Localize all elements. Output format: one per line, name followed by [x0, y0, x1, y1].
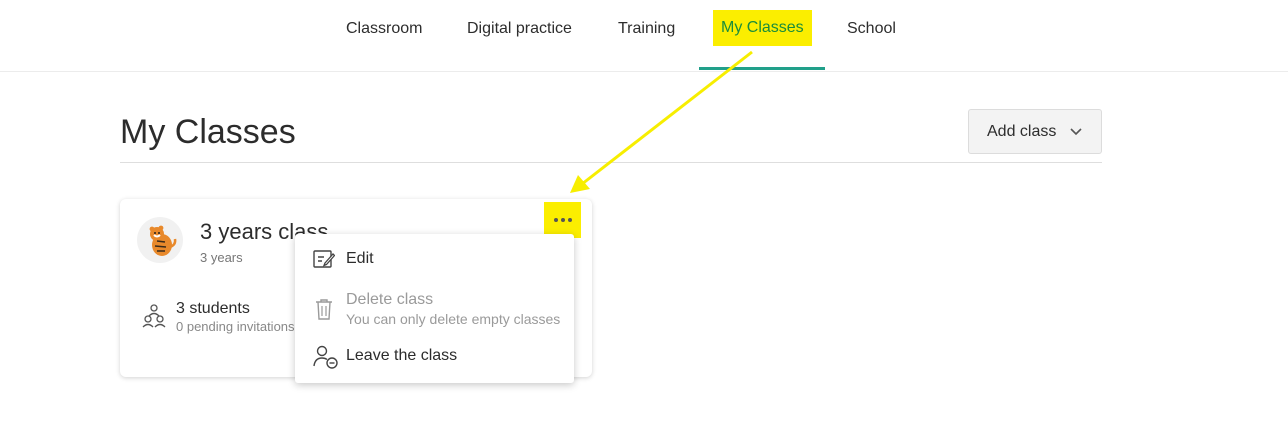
menu-item-delete-class: Delete class You can only delete empty c… — [295, 289, 574, 329]
edit-icon — [313, 250, 335, 268]
nav-item-my-classes[interactable]: My Classes — [713, 10, 812, 46]
menu-item-edit[interactable]: Edit — [295, 246, 574, 272]
students-count: 3 students — [176, 300, 250, 317]
active-tab-indicator — [699, 67, 825, 70]
class-age: 3 years — [200, 250, 243, 265]
more-options-button[interactable] — [544, 202, 581, 238]
nav-item-school[interactable]: School — [847, 19, 896, 39]
page-title: My Classes — [120, 113, 296, 151]
nav-item-classroom[interactable]: Classroom — [346, 19, 422, 39]
leave-class-label: Leave the class — [346, 347, 458, 364]
more-dot-icon — [567, 218, 572, 222]
menu-item-leave-class[interactable]: Leave the class — [295, 344, 574, 370]
top-nav: Classroom Digital practice Training My C… — [0, 0, 1288, 72]
title-divider — [120, 162, 1102, 163]
edit-label: Edit — [346, 250, 374, 267]
delete-class-note: You can only delete empty classes — [346, 311, 561, 327]
nav-item-training[interactable]: Training — [618, 19, 675, 39]
add-class-label: Add class — [987, 122, 1057, 140]
more-dot-icon — [553, 218, 558, 222]
leave-user-icon — [313, 345, 338, 369]
tiger-icon — [149, 225, 177, 256]
delete-class-label: Delete class — [346, 291, 434, 308]
pending-invitations: 0 pending invitations — [176, 319, 295, 334]
trash-icon — [316, 299, 332, 320]
add-class-button[interactable]: Add class — [968, 109, 1102, 154]
class-options-menu: Edit Delete class You can only delete em… — [295, 234, 574, 383]
nav-item-digital-practice[interactable]: Digital practice — [467, 19, 572, 39]
chevron-down-icon — [1070, 128, 1082, 136]
students-icon — [142, 304, 166, 328]
tiger-avatar — [137, 217, 183, 263]
more-dot-icon — [560, 218, 565, 222]
